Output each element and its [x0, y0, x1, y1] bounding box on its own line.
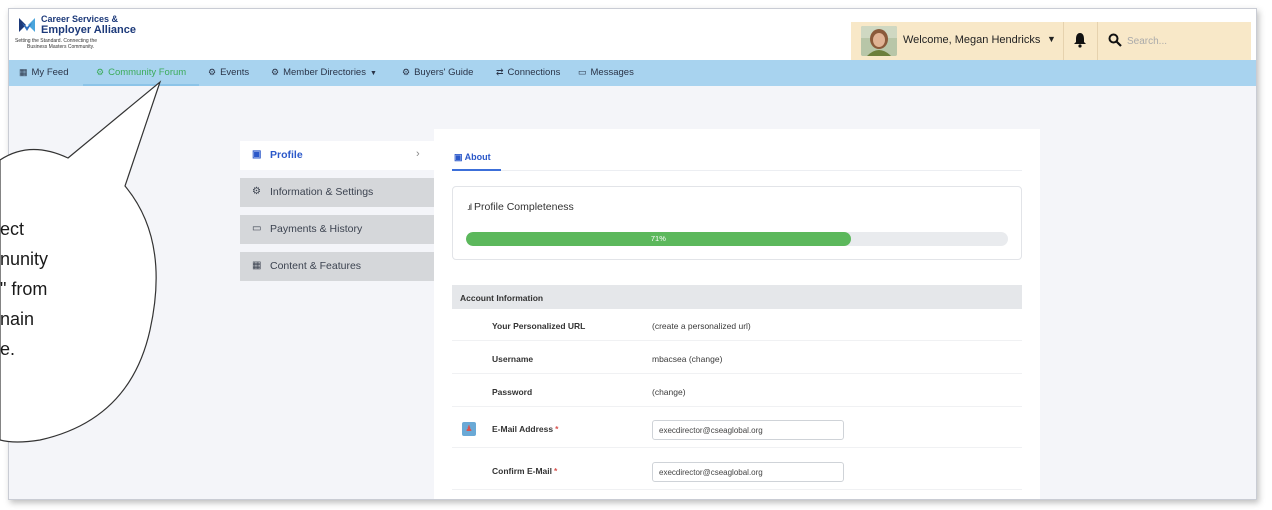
search-icon[interactable]	[1108, 33, 1122, 47]
sidebar-item-content-features[interactable]: ▦ Content & Features	[240, 252, 436, 281]
username-change-link[interactable]: mbacsea (change)	[652, 354, 722, 364]
privacy-user-icon[interactable]: ♟	[462, 422, 476, 436]
money-icon: ▭	[252, 223, 262, 234]
divider	[1063, 22, 1064, 60]
field-row-email: ♟ E-Mail Address *	[452, 414, 1022, 448]
completeness-title: .ıl Profile Completeness	[467, 201, 574, 213]
site-logo[interactable]: Career Services & Employer Alliance Sett…	[15, 13, 145, 57]
cogs-icon: ⚙	[402, 67, 411, 77]
news-icon: ▦	[19, 67, 28, 77]
cogs-icon: ⚙	[271, 67, 280, 77]
user-photo-icon	[861, 26, 897, 56]
chevron-right-icon: ›	[416, 148, 420, 160]
nav-item-messages[interactable]: ▭ Messages	[578, 67, 634, 78]
app-window: Career Services & Employer Alliance Sett…	[8, 8, 1257, 500]
nav-item-community-forum[interactable]: ⚙ Community Forum	[96, 67, 186, 78]
avatar[interactable]	[861, 26, 897, 56]
nav-item-label: Messages	[590, 67, 634, 78]
field-label: Password	[492, 387, 533, 397]
caret-down-icon[interactable]: ▼	[1047, 34, 1056, 44]
field-label: Confirm E-Mail *	[492, 466, 557, 476]
nav-item-buyers-guide[interactable]: ⚙ Buyers' Guide	[402, 67, 473, 78]
progress-fill: 71%	[466, 232, 851, 246]
field-row-password: Password (change)	[452, 377, 1022, 407]
active-nav-indicator	[83, 84, 199, 86]
user-toolbar: Welcome, Megan Hendricks ▼	[851, 22, 1251, 60]
field-label: E-Mail Address *	[492, 424, 558, 434]
profile-icon: ▣	[252, 149, 262, 160]
nav-item-label: Events	[220, 67, 250, 78]
nav-item-label: Connections	[507, 67, 561, 78]
callout-line: nain	[0, 309, 35, 329]
sidebar-item-label: Payments & History	[270, 223, 363, 235]
nav-item-member-directories[interactable]: ⚙ Member Directories ▼	[271, 67, 377, 78]
sidebar-item-label: Information & Settings	[270, 186, 374, 198]
nav-item-label: Community Forum	[108, 67, 187, 78]
field-label-text: Confirm E-Mail	[492, 466, 552, 476]
email-field[interactable]	[652, 420, 844, 440]
logo-mark-icon	[19, 18, 35, 32]
password-change-link[interactable]: (change)	[652, 387, 686, 397]
tab-about[interactable]: ▣ About	[454, 152, 491, 163]
signal-bars-icon: .ıl	[467, 202, 472, 212]
callout-line: " from	[0, 279, 48, 299]
caret-down-icon: ▼	[369, 70, 377, 77]
main-nav: ▦ My Feed ⚙ Community Forum ⚙ Events ⚙ Membe…	[9, 60, 1256, 86]
field-row-personalized-url: Your Personalized URL (create a personal…	[452, 311, 1022, 341]
account-information-header: Account Information	[452, 285, 1022, 309]
active-tab-indicator	[452, 169, 501, 171]
nav-item-label: My Feed	[31, 67, 69, 78]
callout-line: e.	[0, 339, 16, 359]
site-header: Career Services & Employer Alliance Sett…	[9, 9, 1256, 60]
callout-text: ect nunity " from nain e.	[0, 214, 48, 364]
nav-item-connections[interactable]: ⇄ Connections	[496, 67, 560, 78]
field-row-confirm-email: Confirm E-Mail *	[452, 456, 1022, 490]
logo-tagline-line2: Business Masters Community.	[27, 44, 95, 50]
cogs-icon: ⚙	[252, 186, 261, 197]
divider	[1097, 22, 1098, 60]
screenshot-frame: Career Services & Employer Alliance Sett…	[0, 0, 1272, 510]
inbox-icon: ▭	[578, 67, 587, 77]
tab-divider	[452, 170, 1022, 171]
welcome-user-menu[interactable]: Welcome, Megan Hendricks	[903, 34, 1040, 46]
profile-completeness-card: .ıl Profile Completeness 71%	[452, 186, 1022, 260]
tab-label: About	[464, 152, 491, 162]
sidebar-item-profile[interactable]: ▣ Profile ›	[240, 141, 436, 170]
profile-panel: ▣ About .ıl Profile Completeness 71% Acco…	[434, 129, 1040, 499]
confirm-email-field[interactable]	[652, 462, 844, 482]
progress-label: 71%	[650, 234, 666, 243]
profile-icon: ▣	[454, 152, 465, 162]
bell-icon[interactable]	[1073, 32, 1087, 48]
cogs-icon: ⚙	[96, 67, 105, 77]
logo-title-line2: Employer Alliance	[41, 24, 136, 36]
callout-line: nunity	[0, 249, 49, 269]
callout-line: ect	[0, 219, 25, 239]
completeness-title-text: Profile Completeness	[474, 201, 574, 213]
logo-title-line1: Career Services &	[41, 14, 119, 24]
nav-item-label: Member Directories	[283, 67, 366, 78]
cogs-icon: ⚙	[208, 67, 217, 77]
required-marker: *	[555, 424, 559, 434]
section-title: Account Information	[460, 293, 544, 303]
field-label: Username	[492, 354, 534, 364]
sidebar-item-label: Profile	[270, 149, 303, 161]
search-input[interactable]	[1127, 31, 1237, 51]
connections-icon: ⇄	[496, 67, 504, 77]
sidebar-item-payments-history[interactable]: ▭ Payments & History	[240, 215, 436, 244]
nav-item-label: Buyers' Guide	[414, 67, 474, 78]
completeness-progress-bar: 71%	[466, 232, 1008, 246]
table-icon: ▦	[252, 260, 262, 271]
field-row-username: Username mbacsea (change)	[452, 344, 1022, 374]
sidebar-item-information-settings[interactable]: ⚙ Information & Settings	[240, 178, 436, 207]
create-url-link[interactable]: (create a personalized url)	[652, 321, 751, 331]
field-label-text: E-Mail Address	[492, 424, 554, 434]
nav-item-events[interactable]: ⚙ Events	[208, 67, 249, 78]
sidebar-item-label: Content & Features	[270, 260, 362, 272]
required-marker: *	[553, 466, 558, 476]
nav-item-my-feed[interactable]: ▦ My Feed	[19, 67, 68, 78]
field-label: Your Personalized URL	[492, 321, 586, 331]
